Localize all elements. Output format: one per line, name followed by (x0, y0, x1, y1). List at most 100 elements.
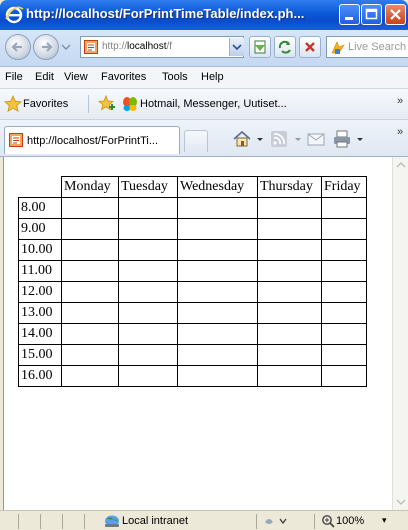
print-dropdown-icon[interactable] (356, 130, 364, 148)
scroll-down-arrow-icon[interactable] (395, 496, 407, 508)
tab-favicon-icon (9, 133, 23, 147)
security-zone-label[interactable]: Local intranet (122, 515, 188, 527)
menu-file[interactable]: File (5, 71, 23, 83)
favorites-star-icon[interactable] (4, 95, 22, 113)
back-button[interactable] (5, 34, 31, 60)
table-cell (118, 365, 178, 387)
live-search-icon (331, 41, 345, 54)
day-header-monday: Monday (61, 176, 119, 198)
time-label: 8.00 (18, 197, 62, 219)
compatibility-view-icon (254, 40, 266, 54)
day-header-thursday: Thursday (257, 176, 322, 198)
table-cell (61, 218, 119, 240)
minimize-button[interactable] (339, 4, 360, 25)
table-cell (61, 239, 119, 261)
table-cell (257, 365, 322, 387)
timetable-header-row: Monday Tuesday Wednesday Thursday Friday (19, 176, 367, 198)
table-row: 10.00 (18, 239, 367, 261)
menu-tools[interactable]: Tools (162, 71, 188, 83)
home-dropdown-icon[interactable] (256, 130, 264, 148)
table-cell (257, 260, 322, 282)
title-bar[interactable]: http://localhost/ForPrintTimeTable/index… (0, 0, 408, 30)
status-bar: Local intranet 100% ▾ (0, 510, 408, 530)
back-arrow-icon (11, 42, 22, 52)
tab-active[interactable]: http://localhost/ForPrintTi... (4, 126, 180, 154)
table-cell (61, 281, 119, 303)
ie-logo-icon (5, 6, 24, 24)
stop-icon (305, 42, 315, 52)
recent-pages-dropdown-icon[interactable] (61, 42, 71, 52)
table-cell (177, 302, 258, 324)
vertical-scrollbar[interactable] (392, 157, 408, 510)
feeds-icon[interactable] (270, 130, 288, 148)
print-icon[interactable] (332, 130, 352, 148)
time-label: 15.00 (18, 344, 62, 366)
search-box[interactable]: Live Search (326, 36, 408, 58)
address-field[interactable]: http://localhost/f (80, 36, 244, 58)
address-url[interactable]: http://localhost/f (102, 41, 227, 52)
favorites-button-label[interactable]: Favorites (23, 98, 68, 110)
table-cell (118, 281, 178, 303)
compatibility-view-button[interactable] (249, 36, 271, 58)
table-cell (118, 344, 178, 366)
timetable: Monday Tuesday Wednesday Thursday Friday… (18, 176, 367, 387)
time-label: 12.00 (18, 281, 62, 303)
favorites-overflow-chevron[interactable]: » (397, 95, 403, 107)
status-separator (18, 514, 19, 529)
address-dropdown-button[interactable] (229, 38, 244, 56)
table-cell (257, 197, 322, 219)
table-row: 12.00 (18, 281, 367, 303)
close-icon (390, 9, 401, 20)
table-cell (257, 281, 322, 303)
minimize-icon (345, 17, 353, 20)
add-to-favorites-bar-icon[interactable] (96, 94, 116, 114)
menu-view[interactable]: View (64, 71, 88, 83)
table-cell (321, 239, 367, 261)
favorites-bar: Favorites Hotmail, Messenger, Uutiset...… (0, 89, 408, 120)
status-separator (84, 514, 85, 529)
read-mail-icon[interactable] (306, 130, 326, 148)
tab-label: http://localhost/ForPrintTi... (27, 135, 159, 147)
menu-bar: File Edit View Favorites Tools Help (0, 67, 408, 89)
scroll-up-arrow-icon[interactable] (395, 159, 407, 171)
table-cell (321, 197, 367, 219)
new-tab-button[interactable] (184, 130, 208, 152)
day-header-tuesday: Tuesday (118, 176, 178, 198)
window-title: http://localhost/ForPrintTimeTable/index… (26, 6, 305, 21)
table-cell (118, 197, 178, 219)
table-row: 14.00 (18, 323, 367, 345)
time-label: 14.00 (18, 323, 62, 345)
time-label: 13.00 (18, 302, 62, 324)
zoom-magnifier-icon[interactable] (321, 514, 335, 528)
feeds-dropdown-icon[interactable] (294, 130, 302, 148)
table-cell (177, 365, 258, 387)
table-cell (257, 344, 322, 366)
table-cell (177, 323, 258, 345)
menu-favorites[interactable]: Favorites (101, 71, 146, 83)
forward-button[interactable] (33, 34, 59, 60)
command-bar-overflow-chevron[interactable]: » (397, 126, 403, 138)
search-placeholder: Live Search (348, 41, 407, 53)
close-button[interactable] (385, 4, 406, 25)
zoom-dropdown-icon[interactable]: ▾ (382, 515, 387, 526)
table-cell (61, 302, 119, 324)
table-cell (321, 218, 367, 240)
menu-help[interactable]: Help (201, 71, 224, 83)
zoom-level[interactable]: 100% (336, 515, 364, 527)
table-cell (257, 239, 322, 261)
stop-button[interactable] (299, 36, 321, 58)
menu-edit[interactable]: Edit (35, 71, 54, 83)
home-icon[interactable] (232, 130, 252, 148)
maximize-button[interactable] (361, 4, 382, 25)
favorites-link-hotmail[interactable]: Hotmail, Messenger, Uutiset... (140, 98, 287, 110)
table-cell (118, 260, 178, 282)
table-cell (321, 365, 367, 387)
status-separator (314, 514, 315, 529)
protected-mode-icon[interactable] (263, 514, 289, 528)
timetable-corner (19, 177, 62, 198)
status-separator (40, 514, 41, 529)
refresh-button[interactable] (274, 36, 296, 58)
time-label: 11.00 (18, 260, 62, 282)
local-intranet-globe-icon (105, 515, 119, 527)
table-cell (321, 281, 367, 303)
